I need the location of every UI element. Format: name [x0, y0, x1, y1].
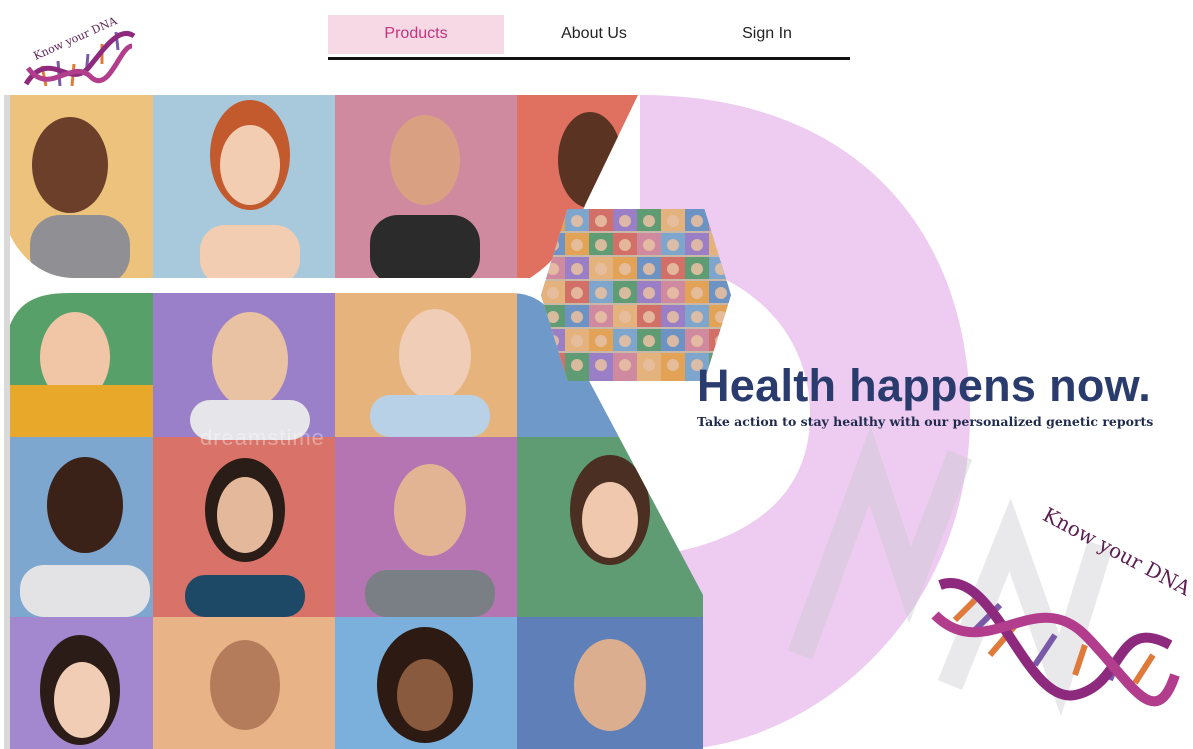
- dna-helix-icon: Know your DNA: [23, 14, 136, 87]
- hero-tagline: Take action to stay healthy with our per…: [697, 414, 1154, 429]
- nav-about-us-tab[interactable]: About Us: [504, 15, 684, 54]
- face-portrait: [574, 639, 646, 731]
- face-portrait: [210, 640, 280, 730]
- face-portrait: [40, 635, 120, 745]
- logo-text: Know your DNA: [32, 14, 120, 63]
- face-portrait: [377, 627, 473, 743]
- stock-watermark: dreamstime: [200, 425, 325, 450]
- face-portrait: [570, 455, 650, 565]
- main-nav: Products About Us Sign In: [328, 15, 850, 60]
- hero-banner: dreamstime Health happens now. Take acti…: [0, 95, 1193, 749]
- faces-collage: dreamstime: [10, 95, 703, 749]
- nav-products-tab[interactable]: Products: [328, 15, 504, 54]
- hero-headline: Health happens now.: [697, 360, 1152, 411]
- brand-logo[interactable]: Know your DNA: [20, 6, 138, 94]
- face-portrait: [558, 112, 622, 208]
- dna-helix-logo-icon: Know your DNA: [931, 505, 1190, 707]
- logo-big-text: Know your DNA: [1039, 505, 1190, 601]
- nav-sign-in-tab[interactable]: Sign In: [684, 15, 850, 54]
- hexagon-face-mosaic: [541, 209, 731, 381]
